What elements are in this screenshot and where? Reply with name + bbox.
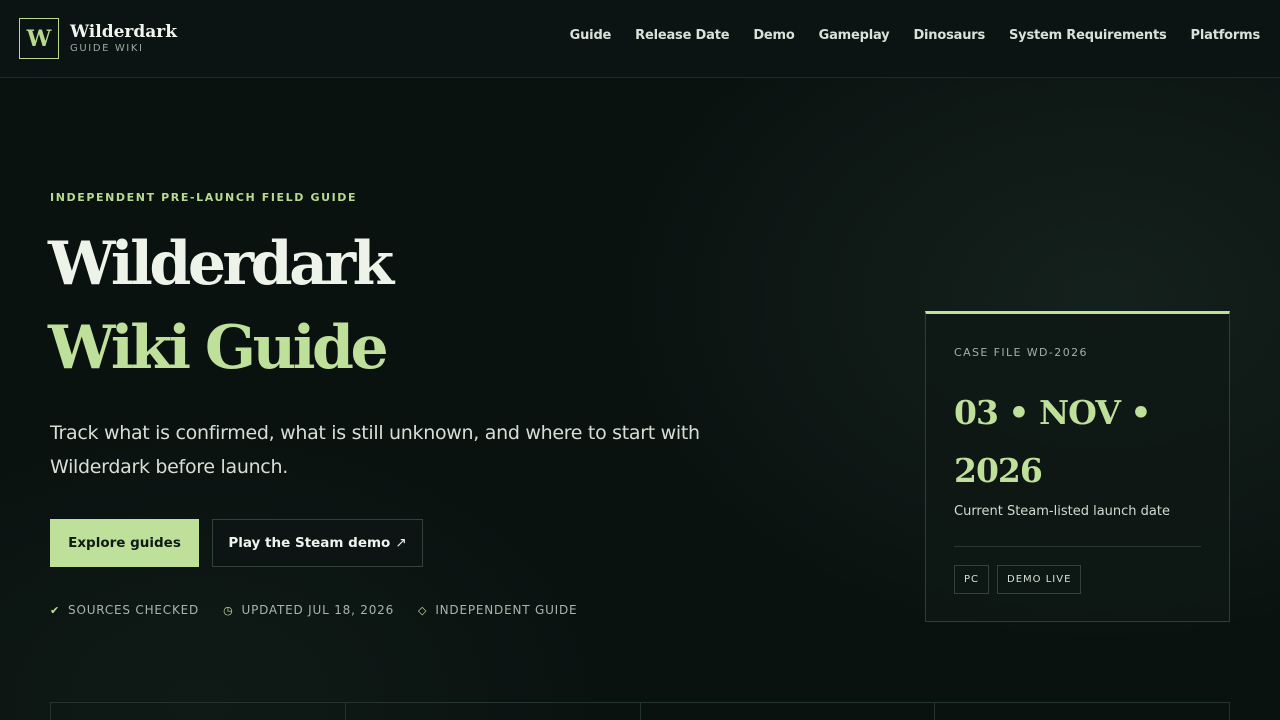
case-file-label: CASE FILE WD-2026 — [954, 346, 1088, 359]
clock-icon: ◷ — [223, 603, 234, 617]
feature-card[interactable] — [935, 703, 1229, 720]
meta-sources-checked: ✔ SOURCES CHECKED — [50, 603, 199, 617]
feature-strip — [50, 702, 1230, 720]
check-icon: ✔ — [50, 603, 61, 617]
card-tags: PC DEMO LIVE — [954, 565, 1082, 594]
steam-demo-label: Play the Steam demo — [228, 535, 391, 551]
meta-label: SOURCES CHECKED — [68, 603, 200, 617]
nav-platforms[interactable]: Platforms — [1191, 28, 1261, 43]
logo-subtitle: GUIDE WIKI — [70, 42, 144, 54]
main-nav: Guide Release Date Demo Gameplay Dinosau… — [570, 28, 1261, 43]
hero-eyebrow: INDEPENDENT PRE-LAUNCH FIELD GUIDE — [50, 191, 358, 204]
card-divider — [954, 546, 1201, 547]
logo-name: Wilderdark — [70, 21, 178, 42]
title-line-1: Wilderdark — [48, 229, 394, 299]
meta-label: INDEPENDENT GUIDE — [435, 603, 578, 617]
diamond-icon: ◇ — [418, 603, 428, 617]
logo-text: Wilderdark GUIDE WIKI — [70, 22, 177, 56]
nav-release-date[interactable]: Release Date — [635, 28, 729, 43]
feature-card[interactable] — [641, 703, 936, 720]
nav-dinosaurs[interactable]: Dinosaurs — [913, 28, 985, 43]
site-logo[interactable]: W Wilderdark GUIDE WIKI — [19, 18, 177, 59]
meta-updated: ◷ UPDATED JUL 18, 2026 — [223, 603, 394, 617]
meta-independent: ◇ INDEPENDENT GUIDE — [418, 603, 577, 617]
launch-date-caption: Current Steam-listed launch date — [954, 504, 1170, 519]
tag-pc: PC — [954, 565, 990, 594]
nav-system-requirements[interactable]: System Requirements — [1009, 28, 1167, 43]
steam-demo-button[interactable]: Play the Steam demo ↗ — [212, 519, 423, 567]
feature-card[interactable] — [346, 703, 641, 720]
meta-label: UPDATED JUL 18, 2026 — [241, 603, 395, 617]
hero-lede: Track what is confirmed, what is still u… — [50, 422, 700, 478]
page-title: Wilderdark Wiki Guide — [48, 222, 394, 390]
nav-gameplay[interactable]: Gameplay — [819, 28, 890, 43]
hero-meta: ✔ SOURCES CHECKED ◷ UPDATED JUL 18, 2026… — [50, 603, 577, 617]
site-header: W Wilderdark GUIDE WIKI Guide Release Da… — [0, 0, 1280, 78]
launch-date: 03 • NOV • 2026 — [954, 393, 1152, 490]
explore-guides-button[interactable]: Explore guides — [50, 519, 199, 567]
nav-demo[interactable]: Demo — [753, 28, 794, 43]
tag-demo-live: DEMO LIVE — [997, 565, 1082, 594]
feature-card[interactable] — [51, 703, 346, 720]
nav-guide[interactable]: Guide — [570, 28, 612, 43]
external-arrow-icon: ↗ — [395, 535, 407, 551]
title-line-2: Wiki Guide — [48, 313, 389, 383]
logo-mark: W — [19, 18, 59, 59]
case-file-card: CASE FILE WD-2026 03 • NOV • 2026 Curren… — [925, 311, 1230, 622]
